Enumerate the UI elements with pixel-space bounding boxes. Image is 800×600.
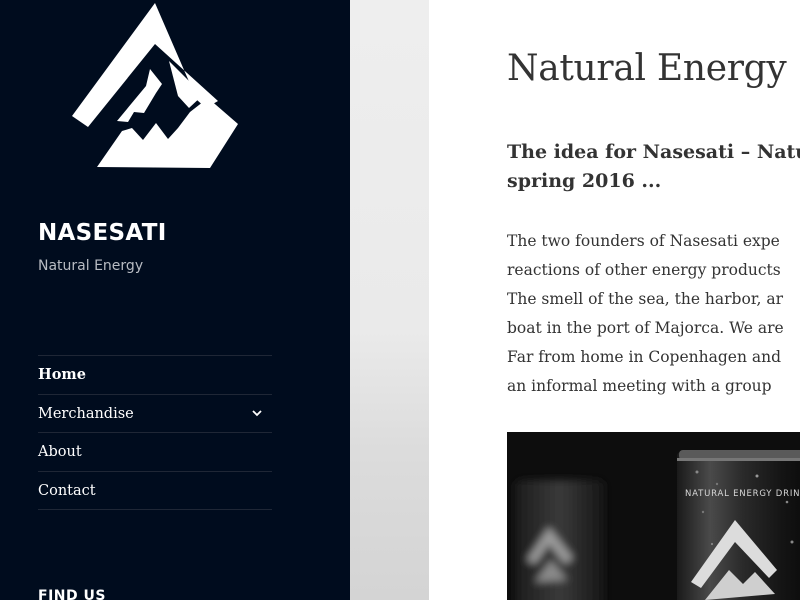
nav-item-label: Merchandise [38, 405, 134, 422]
sidebar: NASESATI Natural Energy Home Merchandise… [0, 0, 350, 600]
post-image: NATURAL ENERGY DRINK [507, 432, 800, 600]
can-label-text: NATURAL ENERGY DRINK [685, 489, 800, 499]
post-body-line: reactions of other energy products [507, 261, 781, 279]
site-tagline: Natural Energy [38, 258, 144, 274]
post-lead-line: spring 2016 ... [507, 170, 662, 192]
background-image [350, 0, 429, 600]
widget-title-find-us: FIND US [38, 588, 106, 600]
post-body-line: The two founders of Nasesati expe [507, 232, 780, 250]
post-lead: The idea for Nasesati – Natu spring 2016… [507, 138, 800, 196]
nav-item-merchandise[interactable]: Merchandise [38, 395, 272, 433]
nav-item-home[interactable]: Home [38, 356, 272, 395]
nav-item-label: Home [38, 366, 86, 383]
nav-item-contact[interactable]: Contact [38, 472, 272, 510]
post-body-line: The smell of the sea, the harbor, ar [507, 290, 784, 308]
nav-item-about[interactable]: About [38, 433, 272, 472]
site-title[interactable]: NASESATI [38, 218, 167, 248]
energy-drink-can-image: NATURAL ENERGY DRINK [507, 432, 800, 600]
chevron-down-icon[interactable] [250, 406, 264, 420]
post-body-line: an informal meeting with a group [507, 377, 772, 395]
post-body-line: boat in the port of Majorca. We are [507, 319, 784, 337]
post-body: The two founders of Nasesati expe reacti… [507, 227, 784, 401]
mountain-logo-icon[interactable] [70, 0, 240, 172]
post-article: Natural Energy The idea for Nasesati – N… [429, 0, 800, 600]
post-lead-line: The idea for Nasesati – Natu [507, 141, 800, 163]
nav-item-label: Contact [38, 482, 96, 499]
post-title[interactable]: Natural Energy [507, 44, 787, 94]
main-navigation: Home Merchandise About Contact [38, 355, 272, 510]
nav-item-label: About [38, 444, 82, 460]
post-body-line: Far from home in Copenhagen and [507, 348, 782, 366]
